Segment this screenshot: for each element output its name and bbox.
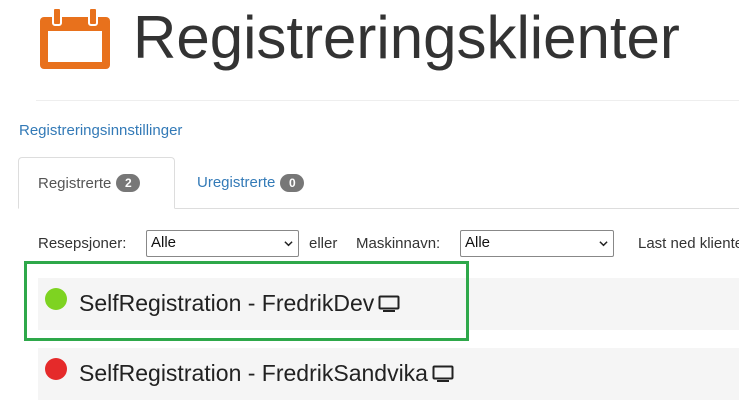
calendar-icon	[40, 7, 110, 69]
machine-select[interactable]: Alle	[460, 230, 614, 257]
page-header: Registreringsklienter	[0, 0, 739, 100]
tab-registered-count-badge: 2	[116, 174, 141, 192]
monitor-icon	[432, 365, 454, 382]
tab-unregistered-label: Uregistrerte	[197, 174, 276, 191]
tab-registered-label: Registrerte	[38, 174, 112, 192]
client-row[interactable]: SelfRegistration - FredrikSandvika	[38, 348, 739, 400]
client-tabs: Registrerte 2 Uregistrerte 0	[18, 157, 739, 209]
client-name-wrapper: SelfRegistration - FredrikDev	[79, 290, 400, 317]
chevron-down-icon	[599, 241, 608, 247]
download-clients-link[interactable]: Last ned klienter	[638, 235, 739, 252]
client-name: SelfRegistration - FredrikDev	[79, 290, 375, 316]
client-name: SelfRegistration - FredrikSandvika	[79, 360, 428, 386]
monitor-icon	[378, 295, 400, 312]
tab-registered[interactable]: Registrerte 2	[18, 157, 175, 209]
status-online-icon	[45, 288, 67, 310]
filter-bar: Resepsjoner: Alle eller Maskinnavn: Alle…	[38, 229, 739, 259]
reception-filter-label: Resepsjoner:	[38, 235, 127, 252]
or-label: eller	[309, 235, 338, 252]
client-row[interactable]: SelfRegistration - FredrikDev	[38, 278, 739, 330]
reception-select[interactable]: Alle	[146, 230, 299, 257]
status-offline-icon	[45, 358, 67, 380]
reception-select-value: Alle	[151, 234, 177, 251]
chevron-down-icon	[284, 241, 293, 247]
tab-unregistered[interactable]: Uregistrerte 0	[178, 157, 323, 208]
header-divider	[36, 100, 739, 101]
page-title: Registreringsklienter	[133, 4, 680, 71]
tab-unregistered-count-badge: 0	[280, 173, 305, 192]
client-name-wrapper: SelfRegistration - FredrikSandvika	[79, 360, 454, 387]
registration-settings-link[interactable]: Registreringsinnstillinger	[19, 122, 182, 139]
machine-select-value: Alle	[465, 234, 491, 251]
machine-filter-label: Maskinnavn:	[356, 235, 441, 252]
